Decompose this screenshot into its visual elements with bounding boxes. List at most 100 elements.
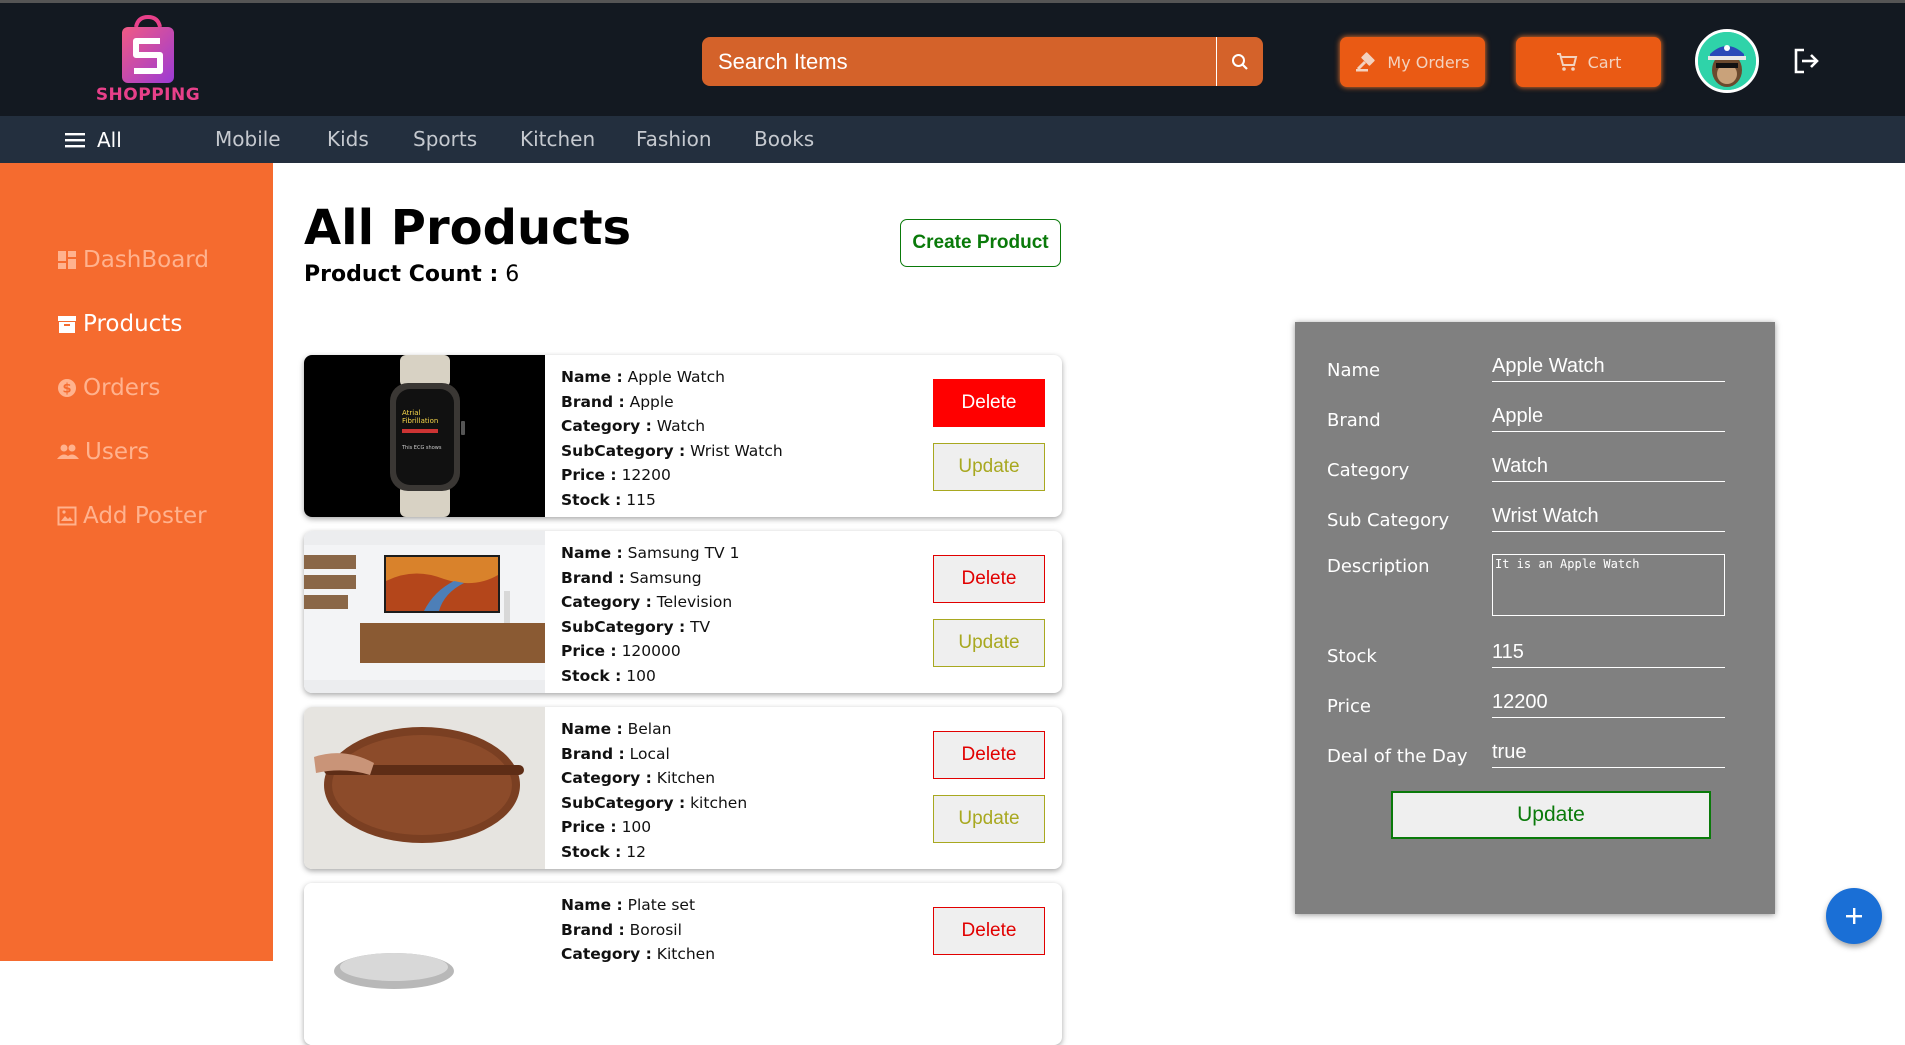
category-kids[interactable]: Kids: [327, 116, 369, 163]
product-info: Name : Belan Brand : Local Category : Ki…: [561, 720, 748, 861]
svg-text:Atrial: Atrial: [402, 409, 421, 417]
brand-row: Brand: [1327, 402, 1747, 434]
stock-field[interactable]: [1492, 638, 1725, 668]
logout-button[interactable]: [1792, 47, 1820, 80]
create-product-button[interactable]: Create Product: [900, 219, 1061, 267]
gavel-icon: [1356, 52, 1376, 72]
brand-label: Brand: [1327, 410, 1381, 431]
name-label: Name: [1327, 360, 1381, 381]
product-stock: 12: [626, 842, 646, 861]
brand-field[interactable]: [1492, 402, 1725, 432]
update-button[interactable]: Update: [933, 443, 1045, 491]
price-label: Price: [1327, 696, 1371, 717]
product-image: [304, 883, 545, 1045]
user-avatar[interactable]: [1695, 29, 1759, 93]
admin-sidebar: DashBoard Products $ Orders Users Add Po…: [0, 163, 273, 961]
product-price: 100: [621, 818, 652, 836]
sidebar-item-products[interactable]: Products: [57, 309, 182, 339]
category-books[interactable]: Books: [754, 116, 814, 163]
search-input[interactable]: [702, 37, 1216, 86]
svg-text:$: $: [62, 382, 71, 397]
edit-product-panel: Name Brand Category Sub Category Descrip…: [1295, 322, 1775, 914]
sidebar-item-add-poster[interactable]: Add Poster: [57, 501, 207, 531]
product-stock: 115: [626, 490, 656, 509]
category-fashion[interactable]: Fashion: [636, 116, 712, 163]
tv-image-icon: [304, 531, 545, 693]
product-count-value: 6: [505, 262, 520, 287]
sidebar-item-orders[interactable]: $ Orders: [57, 373, 160, 403]
shopping-bag-icon: [122, 14, 174, 83]
update-button[interactable]: Update: [933, 619, 1045, 667]
category-field[interactable]: [1492, 452, 1725, 482]
top-header: SHOPPING My Orders Cart: [0, 0, 1905, 116]
image-icon: [57, 506, 77, 526]
name-field[interactable]: [1492, 352, 1725, 382]
page-scrollbar[interactable]: [1895, 163, 1905, 961]
delete-button[interactable]: Delete: [933, 379, 1045, 427]
plate-image-icon: [304, 883, 545, 1045]
product-name: Samsung TV 1: [627, 544, 740, 562]
sidebar-item-label: Orders: [83, 375, 161, 401]
all-categories-button[interactable]: All: [65, 116, 122, 163]
category-mobile[interactable]: Mobile: [215, 116, 281, 163]
sidebar-item-users[interactable]: Users: [57, 437, 149, 467]
logout-icon: [1794, 48, 1819, 74]
deal-row: Deal of the Day: [1327, 738, 1747, 770]
panel-update-button[interactable]: Update: [1391, 791, 1711, 839]
search-icon: [1232, 53, 1248, 70]
my-orders-button[interactable]: My Orders: [1340, 37, 1485, 87]
product-info: Name : Samsung TV 1 Brand : Samsung Cate…: [561, 544, 740, 685]
dashboard-icon: [58, 251, 76, 269]
stock-label: Stock: [1327, 646, 1377, 667]
logo-text: SHOPPING: [95, 85, 201, 105]
dollar-icon: $: [58, 379, 76, 397]
product-name: Belan: [627, 720, 672, 738]
search-button[interactable]: [1216, 37, 1263, 86]
product-card: Atrial Fibrillation This ECG shows Name …: [304, 355, 1062, 517]
plus-icon: [1846, 908, 1862, 924]
my-orders-label: My Orders: [1387, 52, 1470, 72]
ape-avatar-icon: [1698, 32, 1756, 90]
cart-icon: [1556, 53, 1577, 71]
product-name: Plate set: [627, 896, 696, 914]
users-icon: [57, 444, 79, 459]
delete-button[interactable]: Delete: [933, 555, 1045, 603]
category-sports[interactable]: Sports: [413, 116, 477, 163]
subcategory-label: Sub Category: [1327, 510, 1450, 531]
product-category: Kitchen: [656, 945, 716, 963]
rolling-board-image-icon: [304, 707, 545, 869]
sidebar-item-label: Products: [83, 311, 183, 337]
product-info: Name : Plate set Brand : Borosil Categor…: [561, 896, 716, 963]
category-row: Category: [1327, 452, 1747, 484]
update-button[interactable]: Update: [933, 795, 1045, 843]
subcategory-row: Sub Category: [1327, 502, 1747, 534]
product-name: Apple Watch: [627, 368, 725, 386]
sidebar-item-dashboard[interactable]: DashBoard: [57, 245, 209, 275]
subcategory-field[interactable]: [1492, 502, 1725, 532]
search-bar: [702, 37, 1263, 86]
product-price: 120000: [621, 642, 681, 660]
product-category: Kitchen: [656, 769, 716, 787]
category-label: Category: [1327, 460, 1410, 481]
price-field[interactable]: [1492, 688, 1725, 718]
product-image: [304, 531, 545, 693]
category-kitchen[interactable]: Kitchen: [520, 116, 595, 163]
delete-button[interactable]: Delete: [933, 907, 1045, 955]
category-bar: All Mobile Kids Sports Kitchen Fashion B…: [0, 116, 1905, 163]
product-image: [304, 707, 545, 869]
product-brand: Apple: [629, 392, 674, 411]
product-stock: 100: [626, 666, 656, 685]
shopping-logo[interactable]: SHOPPING: [88, 14, 208, 107]
delete-button[interactable]: Delete: [933, 731, 1045, 779]
svg-text:Fibrillation: Fibrillation: [402, 417, 438, 425]
cart-button[interactable]: Cart: [1516, 37, 1661, 87]
description-field[interactable]: It is an Apple Watch: [1492, 554, 1725, 616]
add-fab-button[interactable]: [1826, 888, 1882, 944]
sidebar-item-label: Add Poster: [83, 503, 207, 529]
name-row: Name: [1327, 352, 1747, 384]
deal-field[interactable]: [1492, 738, 1725, 768]
product-card: Name : Belan Brand : Local Category : Ki…: [304, 707, 1062, 869]
all-label: All: [97, 127, 122, 152]
sidebar-item-label: DashBoard: [83, 247, 209, 273]
watch-image-icon: Atrial Fibrillation This ECG shows: [304, 355, 545, 517]
